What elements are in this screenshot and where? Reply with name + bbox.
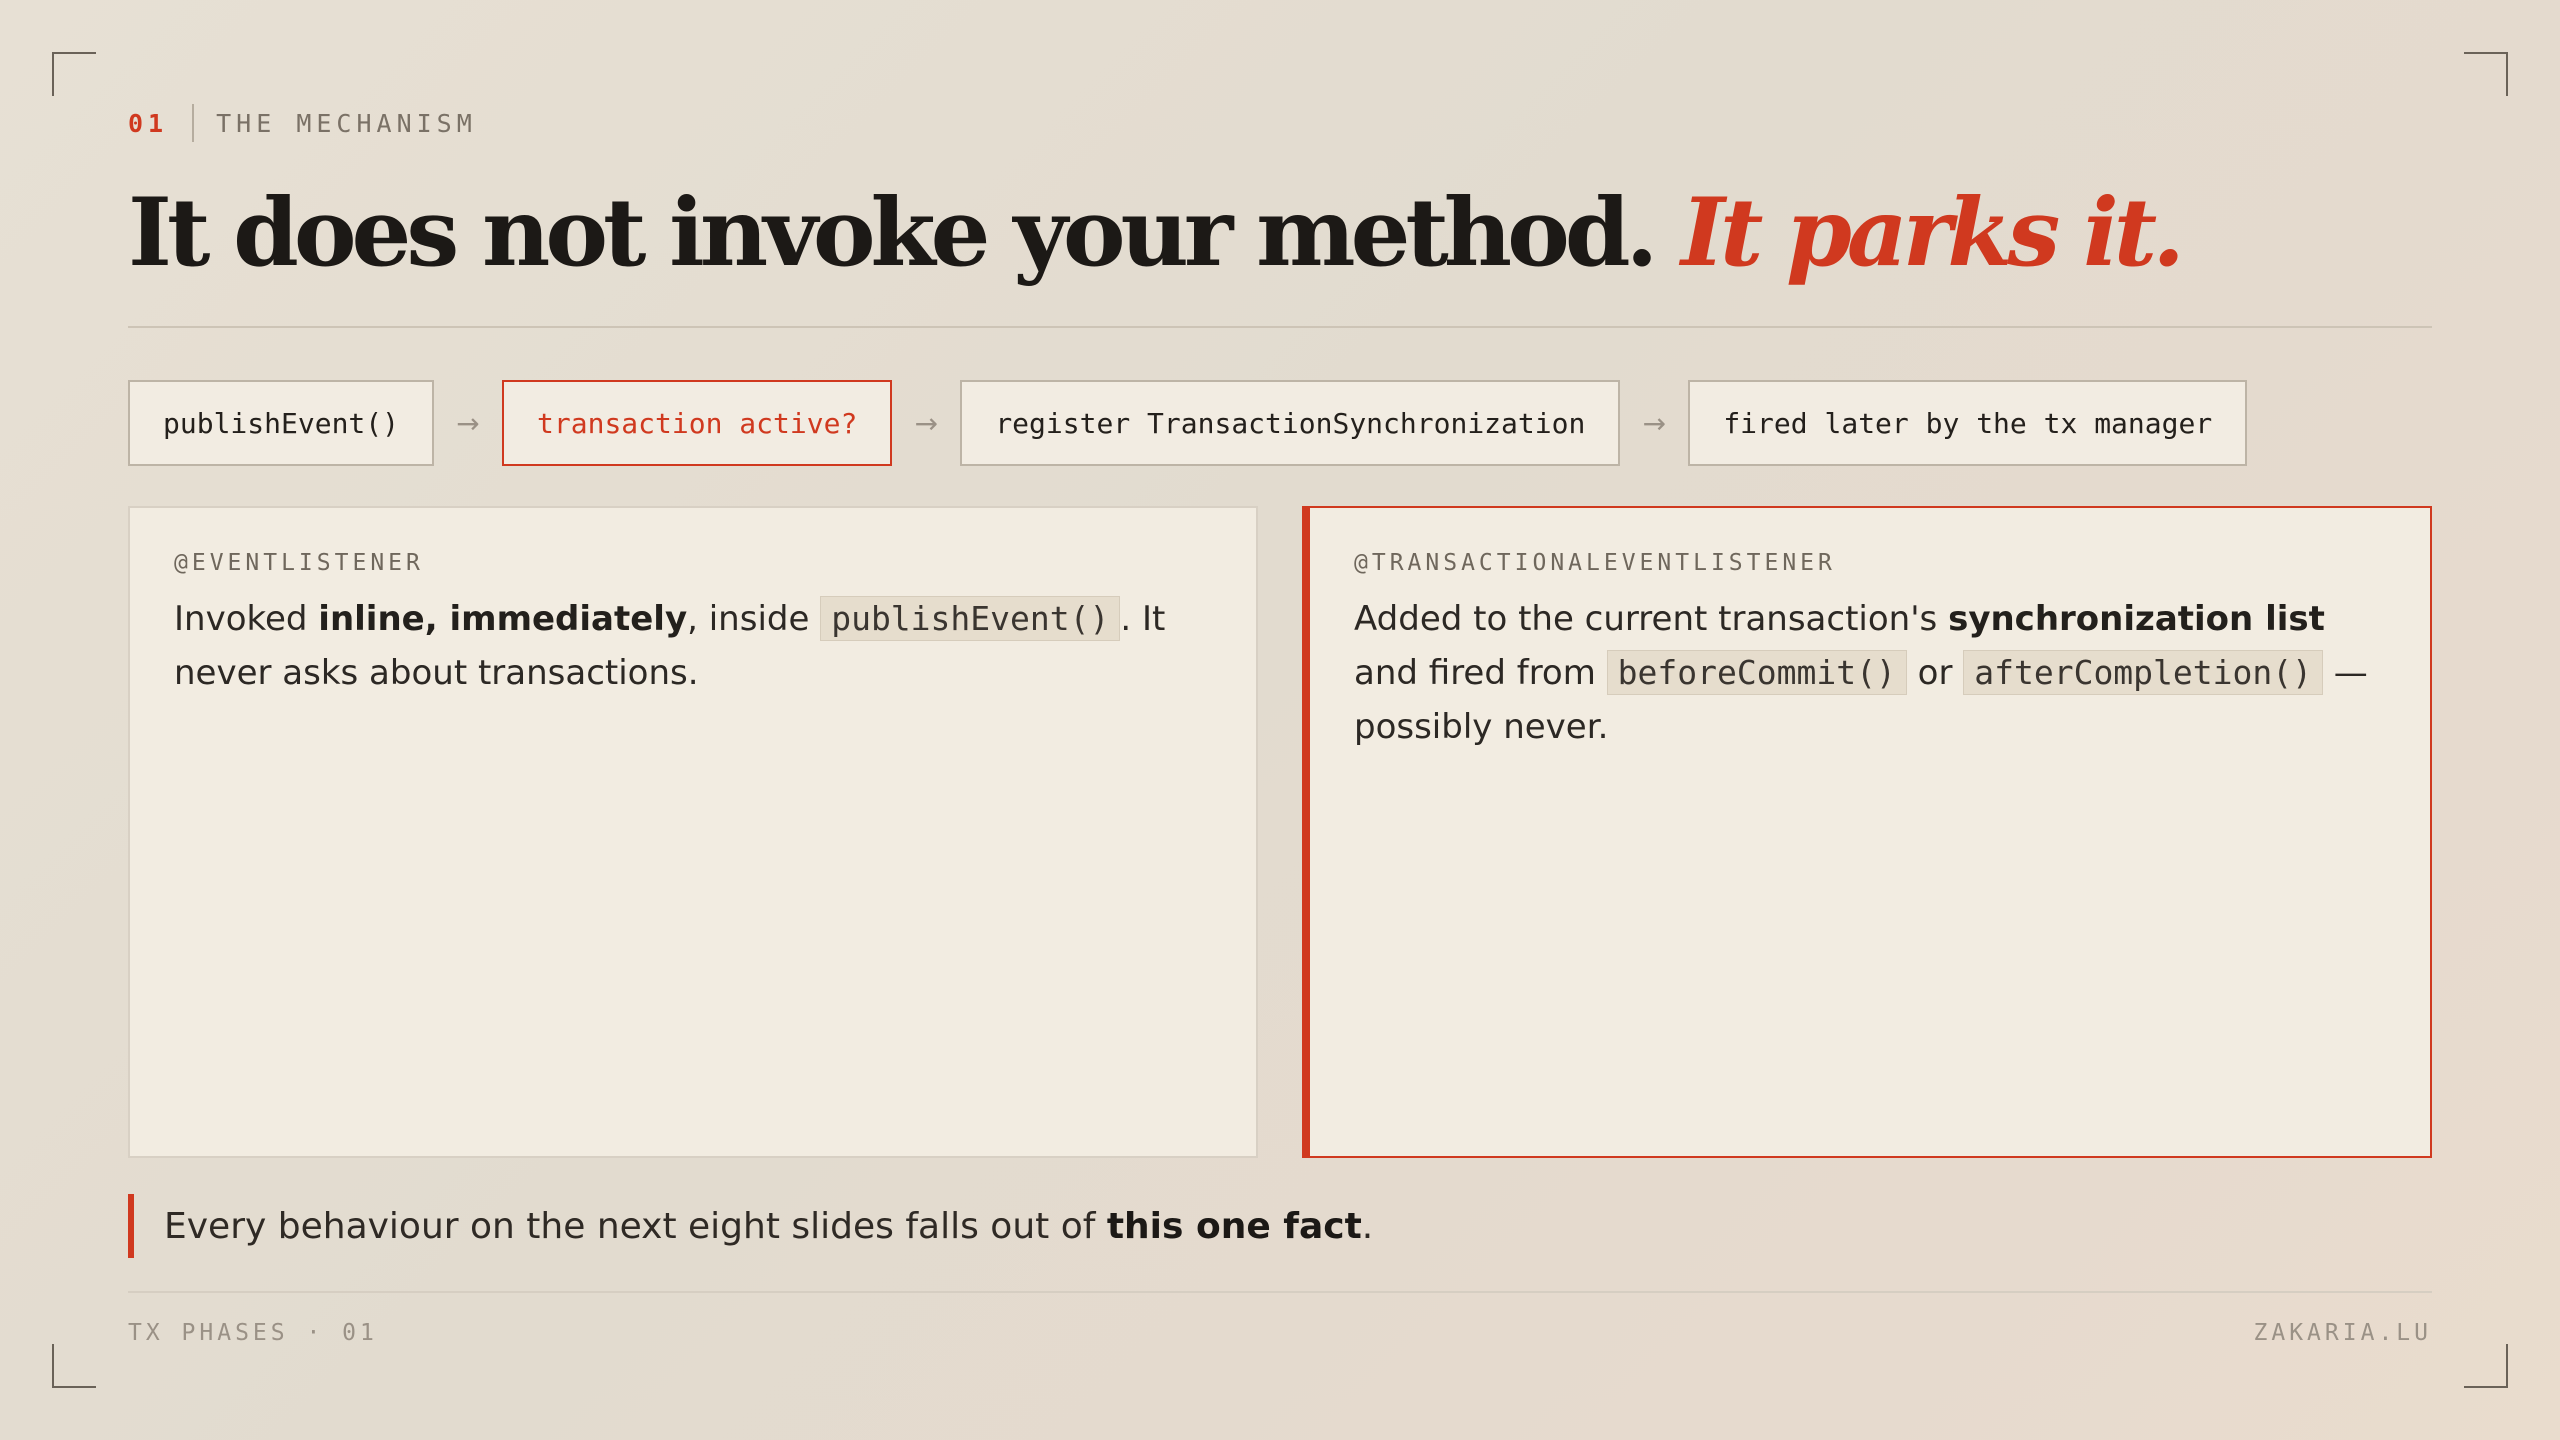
- code-snippet: beforeCommit(): [1606, 650, 1907, 695]
- callout-end: .: [1361, 1205, 1374, 1247]
- transactional-event-listener-card: @TRANSACTIONALEVENTLISTENER Added to the…: [1302, 506, 2432, 1158]
- footer-slide-label: TX PHASES · 01: [128, 1320, 378, 1346]
- body-text: Added to the current transaction's: [1354, 599, 1949, 639]
- footer-divider: [128, 1291, 2432, 1293]
- title-accent: It parks it.: [1681, 178, 2185, 288]
- body-text: and fired from: [1354, 653, 1607, 693]
- card-tag: @TRANSACTIONALEVENTLISTENER: [1354, 550, 1836, 576]
- callout-text: Every behaviour on the next eight slides…: [164, 1205, 1107, 1247]
- corner-mark-top-right: [2464, 52, 2508, 96]
- body-text: Invoked: [174, 599, 319, 639]
- eyebrow-divider: [192, 104, 195, 142]
- section-eyebrow: 01 THE MECHANISM: [128, 104, 477, 142]
- corner-mark-top-left: [52, 52, 96, 96]
- event-listener-card: @EVENTLISTENER Invoked inline, immediate…: [128, 506, 1258, 1158]
- flow-diagram: publishEvent() → transaction active? → r…: [128, 380, 2248, 466]
- body-emphasis: synchronization list: [1948, 599, 2325, 639]
- card-tag: @EVENTLISTENER: [174, 550, 424, 576]
- title-divider: [128, 326, 2432, 328]
- callout-emphasis: this one fact: [1106, 1205, 1362, 1247]
- arrow-right-icon: →: [456, 406, 480, 440]
- code-snippet: publishEvent(): [820, 596, 1121, 641]
- key-takeaway: Every behaviour on the next eight slides…: [128, 1194, 1373, 1258]
- title-main: It does not invoke your method.: [128, 178, 1658, 288]
- section-number: 01: [128, 108, 169, 138]
- body-text: , inside: [687, 599, 821, 639]
- flow-step-transaction-check: transaction active?: [502, 380, 893, 466]
- flow-step-publish-event: publishEvent(): [128, 380, 435, 466]
- footer-site-label: ZAKARIA.LU: [2253, 1320, 2432, 1346]
- corner-mark-bottom-right: [2464, 1344, 2508, 1388]
- flow-step-fired-later: fired later by the tx manager: [1688, 380, 2248, 466]
- code-snippet: afterCompletion(): [1963, 650, 2323, 695]
- body-emphasis: inline, immediately: [318, 599, 688, 639]
- arrow-right-icon: →: [1642, 406, 1667, 440]
- flow-step-register-sync: register TransactionSynchronization: [960, 380, 1621, 466]
- card-body: Added to the current transaction's synch…: [1354, 592, 2386, 754]
- body-text: or: [1906, 653, 1964, 693]
- arrow-right-icon: →: [914, 406, 939, 440]
- section-label: THE MECHANISM: [216, 108, 477, 138]
- card-body: Invoked inline, immediately, inside publ…: [174, 592, 1212, 700]
- corner-mark-bottom-left: [52, 1344, 96, 1388]
- page-title: It does not invoke your method. It parks…: [128, 168, 2185, 298]
